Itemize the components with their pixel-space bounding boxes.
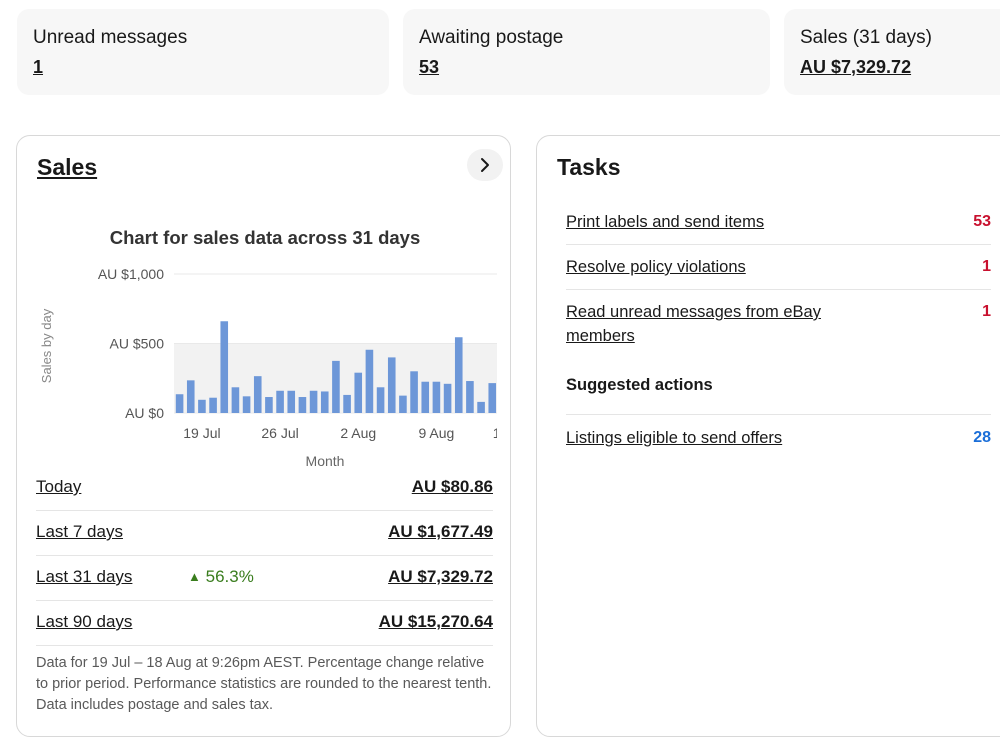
task-count: 1	[982, 258, 991, 275]
chevron-right-icon	[481, 158, 489, 172]
chart-x-tick-label: 2 Aug	[340, 425, 376, 441]
unread-messages-label: Unread messages	[33, 27, 188, 48]
last-90-days-link[interactable]: Last 90 days	[36, 612, 132, 632]
unread-messages-count-link[interactable]: 1	[33, 57, 43, 78]
unread-messages-card: Unread messages 1	[17, 9, 389, 95]
task-count: 28	[973, 429, 991, 446]
task-row: Print labels and send items 53	[566, 210, 991, 245]
sales-31-days-label: Sales (31 days)	[800, 27, 933, 48]
chart-x-tick-label: 16 Aug	[493, 425, 497, 441]
listings-eligible-offers-link[interactable]: Listings eligible to send offers	[566, 426, 866, 450]
awaiting-postage-count-link[interactable]: 53	[419, 57, 439, 78]
task-count: 1	[982, 303, 991, 320]
percentage-change-value: 56.3%	[205, 567, 254, 586]
chart-bar[interactable]	[343, 394, 351, 413]
chart-bar[interactable]	[443, 383, 452, 413]
sales-title-link[interactable]: Sales	[37, 154, 97, 181]
sales-row-last-31-days: Last 31 days ▲ 56.3% AU $7,329.72	[36, 556, 493, 601]
sales-expand-button[interactable]	[467, 149, 503, 181]
sales-panel: Sales Chart for sales data across 31 day…	[16, 135, 511, 737]
chart-bar[interactable]	[410, 371, 418, 413]
chart-y-tick-label: AU $1,000	[98, 266, 164, 282]
chart-bar[interactable]	[376, 387, 385, 413]
sales-footnote: Data for 19 Jul – 18 Aug at 9:26pm AEST.…	[36, 655, 492, 713]
chart-y-axis-label: Sales by day	[39, 308, 54, 383]
chart-bar[interactable]	[287, 390, 296, 413]
awaiting-postage-label: Awaiting postage	[419, 27, 564, 48]
sales-row-last-7-days: Last 7 days AU $1,677.49	[36, 511, 493, 556]
tasks-title: Tasks	[557, 154, 621, 180]
chart-bar[interactable]	[454, 337, 463, 413]
task-row: Resolve policy violations 1	[566, 255, 991, 290]
sales-31-days-amount-link[interactable]: AU $7,329.72	[800, 57, 911, 78]
chart-bar[interactable]	[309, 390, 318, 413]
resolve-policy-violations-link[interactable]: Resolve policy violations	[566, 255, 866, 279]
chart-bar[interactable]	[186, 380, 195, 413]
chart-bar[interactable]	[365, 349, 374, 413]
percentage-change: ▲ 56.3%	[188, 567, 254, 587]
task-row: Read unread messages from eBay members 1	[566, 300, 991, 350]
task-count: 53	[973, 213, 991, 230]
chart-bar[interactable]	[332, 360, 340, 413]
today-link[interactable]: Today	[36, 477, 81, 497]
chart-bar[interactable]	[432, 381, 441, 413]
last-90-days-amount-link[interactable]: AU $15,270.64	[379, 612, 493, 632]
chart-bar[interactable]	[242, 396, 251, 413]
sales-row-last-90-days: Last 90 days AU $15,270.64	[36, 601, 493, 646]
today-amount-link[interactable]: AU $80.86	[412, 477, 493, 497]
chart-bar[interactable]	[175, 394, 184, 413]
chart-title: Chart for sales data across 31 days	[110, 227, 421, 248]
chart-bar[interactable]	[253, 376, 262, 413]
chart-y-tick-label: AU $500	[110, 336, 165, 352]
chart-x-tick-label: 9 Aug	[419, 425, 455, 441]
last-7-days-amount-link[interactable]: AU $1,677.49	[388, 522, 493, 542]
chart-x-tick-label: 19 Jul	[183, 425, 220, 441]
chart-bar[interactable]	[466, 381, 474, 413]
sales-31-days-card: Sales (31 days) AU $7,329.72	[784, 9, 1000, 95]
chart-bar[interactable]	[220, 321, 229, 413]
task-row: Listings eligible to send offers 28	[566, 426, 991, 456]
suggested-divider	[566, 414, 991, 415]
chart-x-tick-label: 26 Jul	[261, 425, 298, 441]
chart-bar[interactable]	[265, 397, 273, 413]
awaiting-postage-card: Awaiting postage 53	[403, 9, 770, 95]
chart-bar[interactable]	[399, 395, 407, 413]
sales-chart: Chart for sales data across 31 days Sale…	[39, 227, 497, 469]
chart-bar[interactable]	[209, 397, 217, 413]
chart-bar[interactable]	[231, 387, 240, 413]
last-31-days-amount-link[interactable]: AU $7,329.72	[388, 567, 493, 587]
chart-bar[interactable]	[421, 381, 430, 413]
chart-bar[interactable]	[387, 357, 396, 413]
last-7-days-link[interactable]: Last 7 days	[36, 522, 123, 542]
last-31-days-link[interactable]: Last 31 days	[36, 567, 132, 587]
print-labels-link[interactable]: Print labels and send items	[566, 210, 866, 234]
triangle-up-icon: ▲	[188, 569, 201, 584]
chart-bar[interactable]	[276, 390, 284, 413]
chart-bar[interactable]	[198, 399, 206, 413]
chart-bar[interactable]	[354, 372, 363, 413]
suggested-actions-heading: Suggested actions	[566, 376, 713, 394]
chart-bar[interactable]	[477, 401, 485, 413]
chart-bar[interactable]	[488, 383, 497, 413]
chart-y-tick-label: AU $0	[125, 405, 164, 421]
tasks-panel: Tasks Print labels and send items 53 Res…	[536, 135, 1000, 737]
sales-row-today: Today AU $80.86	[36, 466, 493, 511]
read-unread-messages-link[interactable]: Read unread messages from eBay members	[566, 300, 866, 348]
chart-bar[interactable]	[320, 391, 329, 413]
chart-bar[interactable]	[298, 397, 307, 413]
